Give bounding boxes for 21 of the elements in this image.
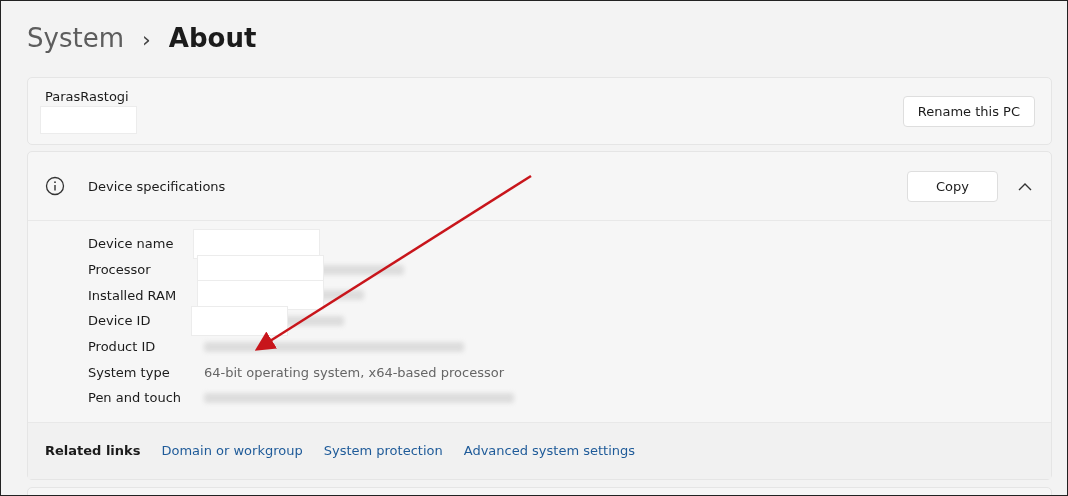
related-link[interactable]: Advanced system settings xyxy=(463,443,636,459)
rename-button[interactable]: Rename this PC xyxy=(902,95,1035,127)
breadcrumb-separator: › xyxy=(141,27,151,52)
pc-name: ParasRastogi xyxy=(45,89,130,104)
related-link[interactable]: Domain or workgroup xyxy=(161,443,303,459)
spec-label: System type xyxy=(88,364,171,380)
spec-label: Installed RAM xyxy=(88,287,178,303)
spec-label: Pen and touch xyxy=(88,390,182,406)
spec-label: Device name xyxy=(88,236,175,252)
spec-label: Product ID xyxy=(88,339,157,355)
spec-value: 64-bit operating system, x64-based processor xyxy=(204,364,504,380)
spec-label: Processor xyxy=(88,262,152,278)
related-link[interactable]: System protection xyxy=(323,443,443,459)
page-title: About xyxy=(168,23,257,53)
chevron-icon[interactable] xyxy=(1018,181,1032,191)
related-links-label: Related links xyxy=(45,443,141,459)
section-title: Device specifications xyxy=(88,178,227,194)
copy-button[interactable]: Copy xyxy=(907,170,998,202)
spec-label: Device ID xyxy=(88,313,152,329)
breadcrumb-parent[interactable]: System xyxy=(27,23,124,53)
info-icon xyxy=(45,176,65,196)
